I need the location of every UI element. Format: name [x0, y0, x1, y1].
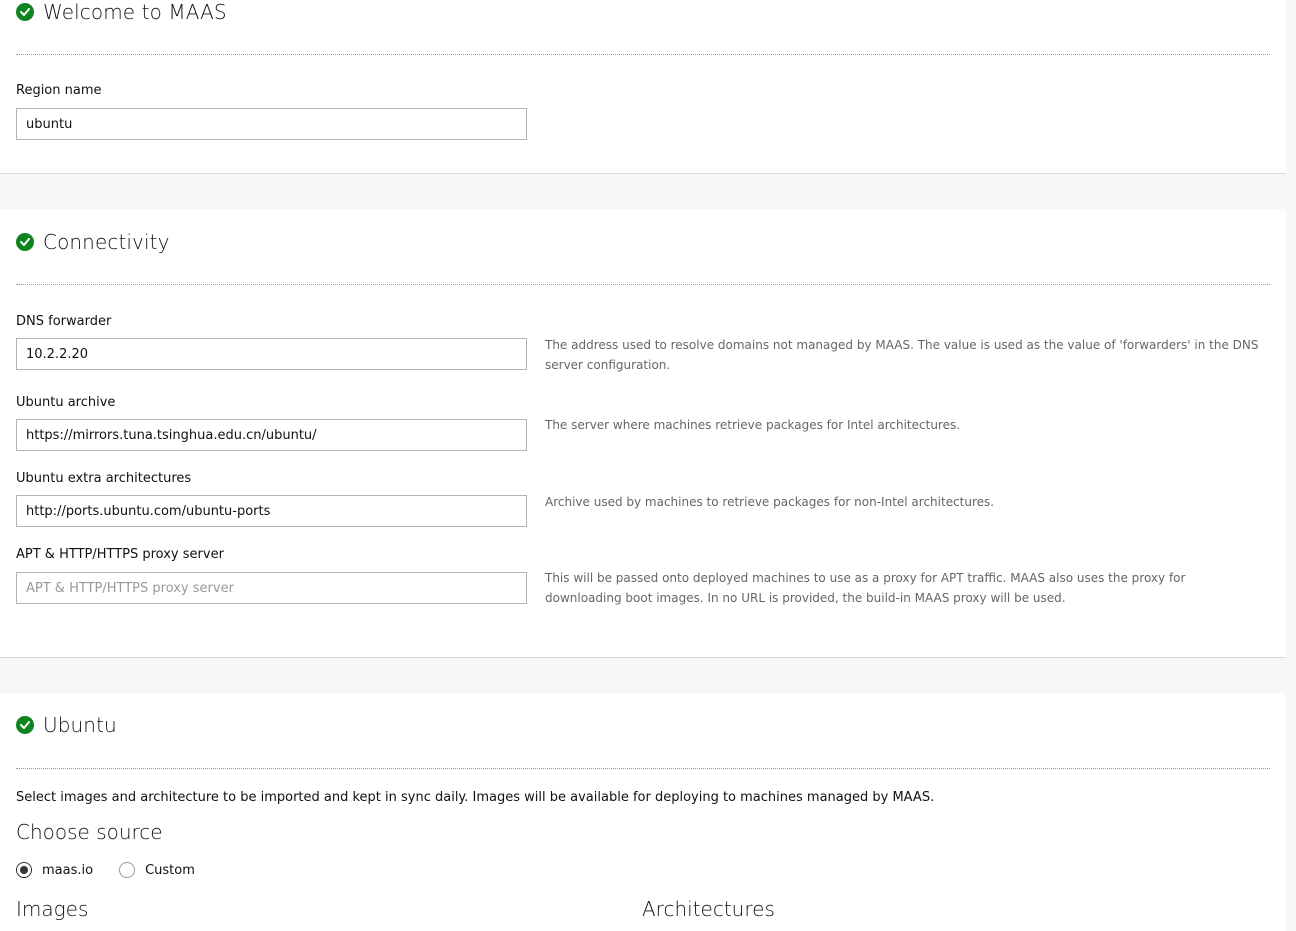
welcome-title: Welcome to MAAS	[43, 0, 227, 24]
region-name-label: Region name	[16, 83, 102, 98]
connectivity-card: Connectivity DNS forwarder The address u…	[0, 209, 1286, 657]
divider	[16, 768, 1270, 769]
ubuntu-description: Select images and architecture to be imp…	[16, 790, 935, 805]
proxy-server-label: APT & HTTP/HTTPS proxy server	[16, 547, 224, 562]
page-gutter	[1286, 0, 1296, 931]
region-name-input[interactable]	[16, 108, 527, 140]
divider	[16, 54, 1270, 55]
dns-forwarder-label: DNS forwarder	[16, 314, 112, 329]
extra-architectures-label: Ubuntu extra architectures	[16, 471, 192, 486]
proxy-server-help: This will be passed onto deployed machin…	[545, 571, 1186, 605]
card-border	[0, 173, 1286, 174]
source-maas-io-label[interactable]: maas.io	[42, 863, 93, 878]
connectivity-header: Connectivity	[16, 229, 170, 255]
extra-architectures-help: Archive used by machines to retrieve pac…	[545, 495, 995, 509]
images-heading: Images	[16, 897, 89, 921]
success-check-icon	[16, 3, 34, 21]
success-check-icon	[16, 233, 34, 251]
welcome-header: Welcome to MAAS	[16, 0, 227, 25]
success-check-icon	[16, 716, 34, 734]
source-radio-group: maas.io Custom	[16, 860, 221, 880]
source-maas-io-radio[interactable]	[16, 862, 32, 878]
ubuntu-archive-label: Ubuntu archive	[16, 395, 116, 410]
extra-architectures-input[interactable]	[16, 495, 527, 527]
card-border	[0, 657, 1286, 658]
divider	[16, 284, 1270, 285]
dns-forwarder-help: The address used to resolve domains not …	[545, 338, 1259, 372]
dns-forwarder-input[interactable]	[16, 338, 527, 370]
ubuntu-title: Ubuntu	[43, 713, 117, 737]
ubuntu-archive-help: The server where machines retrieve packa…	[545, 418, 961, 432]
source-custom-radio[interactable]	[119, 862, 136, 878]
ubuntu-archive-input[interactable]	[16, 419, 527, 451]
welcome-card: Welcome to MAAS Region name	[0, 0, 1286, 173]
ubuntu-header: Ubuntu	[16, 712, 117, 738]
ubuntu-card: Ubuntu Select images and architecture to…	[0, 693, 1286, 931]
source-custom-label[interactable]: Custom	[145, 863, 195, 878]
proxy-server-input[interactable]	[16, 572, 527, 604]
architectures-heading: Architectures	[642, 897, 775, 921]
connectivity-title: Connectivity	[43, 230, 170, 254]
choose-source-heading: Choose source	[16, 820, 163, 844]
